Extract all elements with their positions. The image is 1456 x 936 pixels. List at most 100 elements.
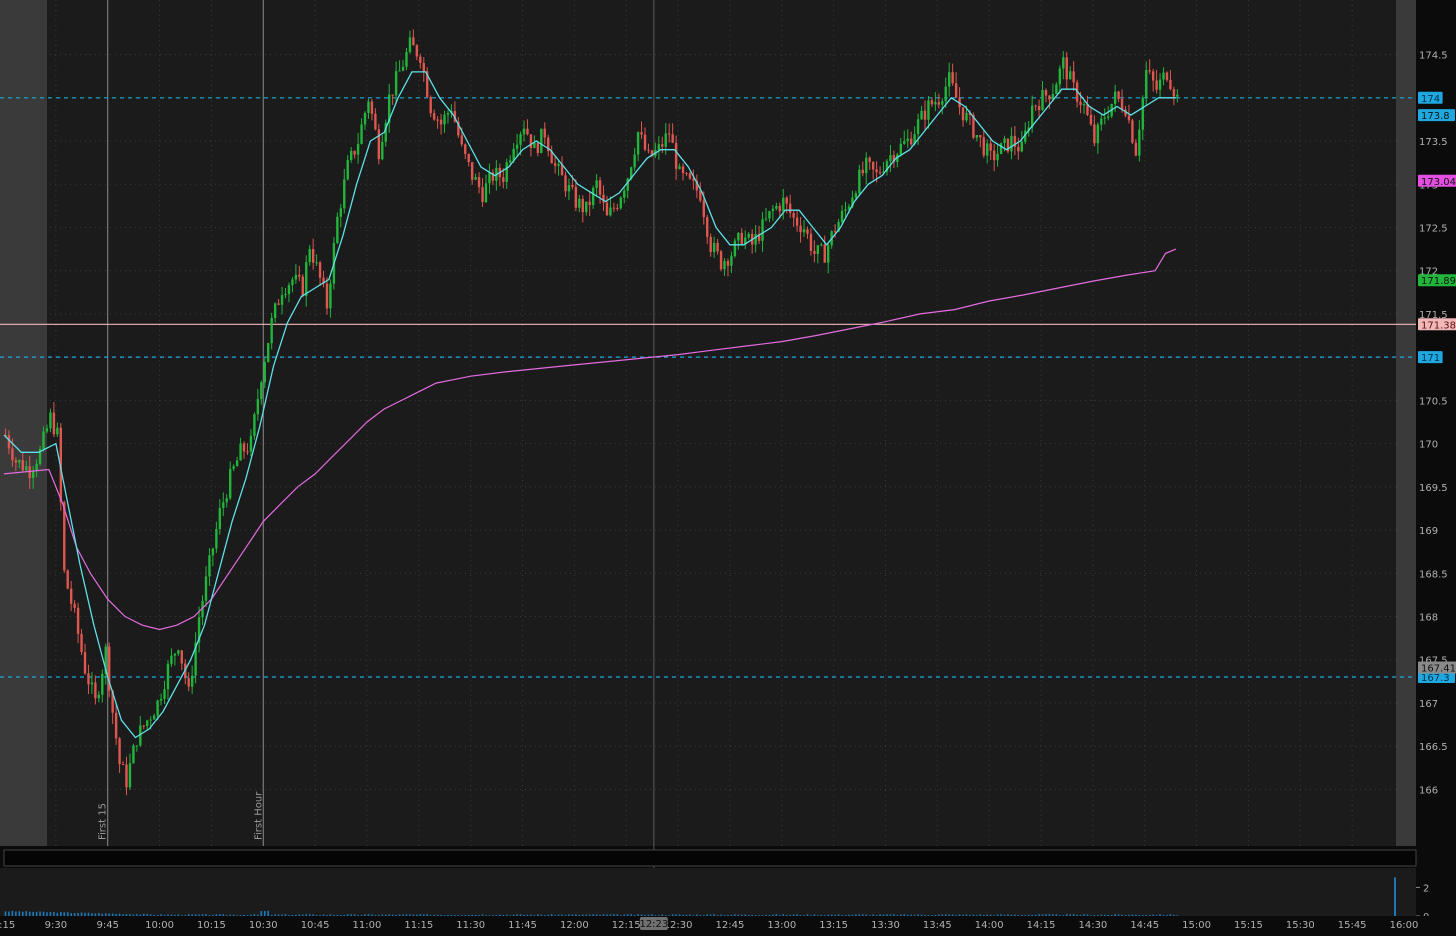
volume-bar (201, 914, 204, 916)
candle-body (1141, 97, 1144, 130)
volume-bar (277, 914, 280, 916)
candle-body (916, 119, 920, 135)
volume-bar (15, 911, 17, 916)
candle-body (1117, 91, 1120, 99)
volume-bar (402, 914, 404, 916)
candle-body (937, 102, 941, 105)
volume-bar (1114, 914, 1116, 916)
volume-bar (1083, 914, 1085, 916)
candle-body (515, 144, 519, 149)
indicator-strip (3, 849, 1417, 867)
candle-body (470, 162, 474, 180)
candle-body (996, 153, 999, 161)
volume-bar (1145, 914, 1148, 916)
volume-bar (889, 914, 892, 916)
x-tick-label: 11:00 (353, 920, 382, 931)
candle-body (522, 128, 526, 135)
volume-bar (1017, 915, 1020, 916)
candle-body (598, 180, 602, 195)
candle-body (422, 63, 425, 72)
volume-bar (1079, 915, 1082, 916)
candle-body (623, 190, 626, 198)
volume-bar (308, 914, 311, 916)
volume-bar (42, 911, 45, 916)
candle-body (999, 143, 1003, 154)
x-tick-label: 12:45 (716, 920, 745, 931)
volume-bar (4, 911, 7, 916)
volume-bar (381, 914, 384, 916)
volume-bar (986, 914, 989, 916)
candle-body (1131, 120, 1134, 143)
volume-bar (616, 914, 619, 916)
volume-bar (588, 914, 591, 916)
candle-body (529, 134, 533, 148)
price-chart[interactable]: First 15First Hour 174.5174173.5173172.5… (0, 0, 1456, 936)
volume-bar (585, 914, 588, 916)
candle-body (585, 201, 588, 213)
volume-bar (523, 914, 525, 916)
volume-bar (744, 914, 747, 916)
volume-bar (118, 913, 121, 916)
x-tick-label: 13:00 (767, 920, 796, 931)
volume-bar (837, 914, 840, 916)
candle-body (571, 185, 574, 187)
candle-body (865, 157, 868, 174)
volume-bar (609, 914, 612, 916)
volume-bar (903, 914, 906, 916)
volume-bar (944, 914, 947, 916)
volume-bar (785, 914, 788, 916)
marker-label: First Hour (253, 791, 264, 840)
afterhours-shade (1396, 0, 1416, 846)
candle-body (249, 435, 253, 452)
candle-body (349, 150, 353, 161)
y-tick-label: 172.5 (1419, 223, 1448, 234)
candle-body (94, 682, 97, 699)
volume-bar (80, 912, 83, 916)
candle-body (1079, 101, 1082, 106)
volume-bar (464, 915, 467, 916)
volume-bar (1093, 914, 1096, 916)
candle-body (1100, 118, 1103, 125)
candle-body (374, 113, 377, 130)
volume-bar (599, 914, 601, 916)
volume-bar (734, 914, 736, 916)
candle-body (180, 650, 183, 664)
volume-bar (875, 915, 878, 916)
candle-body (301, 276, 304, 296)
volume-bar (810, 915, 812, 916)
volume-bar (754, 915, 757, 916)
candle-body (28, 466, 31, 479)
volume-bar (28, 911, 31, 916)
candle-body (408, 37, 412, 53)
candle-body (712, 242, 716, 253)
volume-bar (516, 914, 518, 916)
volume-bar (716, 915, 719, 916)
volume-bar (433, 914, 435, 916)
volume-bar (789, 914, 791, 916)
candle-body (806, 229, 809, 234)
candle-body (778, 205, 782, 212)
volume-bar (443, 915, 446, 916)
candle-body (1058, 68, 1062, 85)
x-tick-label: 14:15 (1027, 920, 1056, 931)
volume-bar (996, 914, 999, 916)
candle-body (674, 142, 678, 169)
volume-bar (371, 914, 373, 916)
volume-bar (1138, 915, 1141, 916)
volume-bar (678, 914, 681, 916)
volume-bar (198, 914, 200, 916)
volume-bar (575, 914, 577, 916)
volume-bar (886, 914, 888, 916)
candle-body (1120, 98, 1124, 110)
candle-body (1065, 57, 1068, 80)
volume-bar (685, 914, 688, 916)
volume-bar (1048, 914, 1051, 916)
volume-bar (861, 914, 864, 916)
candle-body (761, 219, 764, 241)
volume-bar (951, 914, 954, 916)
volume-bar (868, 915, 871, 916)
volume-bar (174, 914, 176, 916)
y-tick-label: 169 (1419, 526, 1438, 537)
x-tick-label: 15:30 (1286, 920, 1315, 931)
volume-bar (346, 914, 349, 916)
